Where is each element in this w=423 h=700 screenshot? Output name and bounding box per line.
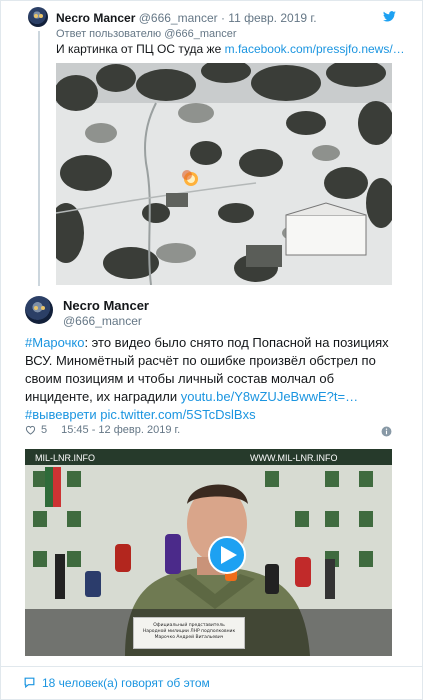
like-count[interactable]: 5 xyxy=(41,424,47,436)
reply-text: И картинка от ПЦ ОС туда же m.facebook.c… xyxy=(56,42,405,56)
name-plate: Официальный представитель Народной милиц… xyxy=(133,617,245,649)
author-handle[interactable]: @666_mancer xyxy=(63,314,142,328)
play-button[interactable] xyxy=(208,536,246,574)
banner-left: MIL-LNR.INFO xyxy=(35,453,95,463)
tweet-meta: 5 15:45 - 12 февр. 2019 г. xyxy=(25,424,180,436)
talking-count[interactable]: 18 человек(а) говорят об этом xyxy=(42,676,210,690)
reply-text-body: И картинка от ПЦ ОС туда же xyxy=(56,42,222,56)
photo-graphic xyxy=(56,63,392,285)
reply-to-line: Ответ пользователю @666_mancer xyxy=(56,28,237,40)
twitter-bird-icon[interactable] xyxy=(383,11,396,22)
video-thumbnail[interactable]: MIL-LNR.INFO WWW.MIL-LNR.INFO Официальны… xyxy=(25,449,392,656)
facebook-link[interactable]: m.facebook.com/pressjfo.news/… xyxy=(225,42,405,56)
reply-header: Necro Mancer @666_mancer · 11 февр. 2019… xyxy=(56,11,317,25)
hashtag-marochko[interactable]: #Марочко xyxy=(25,335,84,350)
plate-line3: Марочко Андрей Витальевич xyxy=(154,635,224,640)
thread-line xyxy=(38,31,40,286)
conversation-icon xyxy=(24,677,35,689)
tweet-card: Necro Mancer @666_mancer · 11 февр. 2019… xyxy=(0,0,423,700)
tweet-timestamp[interactable]: 15:45 - 12 февр. 2019 г. xyxy=(61,424,180,436)
reply-tweet: Necro Mancer @666_mancer · 11 февр. 2019… xyxy=(1,1,422,291)
conversation-footer[interactable]: 18 человек(а) говорят об этом xyxy=(1,666,422,700)
reply-handle-link[interactable]: @666_mancer xyxy=(164,28,236,40)
play-icon xyxy=(221,546,237,564)
author-handle[interactable]: @666_mancer xyxy=(139,11,218,25)
separator: · xyxy=(220,11,225,25)
tweet-date[interactable]: 11 февр. 2019 г. xyxy=(228,11,316,25)
hashtag-vyvevreti[interactable]: #вывеврети xyxy=(25,407,97,422)
banner-right: WWW.MIL-LNR.INFO xyxy=(250,453,338,463)
heart-icon[interactable] xyxy=(25,425,36,435)
author-name[interactable]: Necro Mancer xyxy=(56,11,135,25)
aerial-snow-photo[interactable] xyxy=(56,63,392,285)
pic-link[interactable]: pic.twitter.com/5STcDslBxs xyxy=(100,407,255,422)
youtube-link[interactable]: youtu.be/Y8wZUJeBwwE?t=… xyxy=(181,389,358,404)
avatar[interactable] xyxy=(25,296,53,324)
info-icon[interactable] xyxy=(381,426,392,437)
author-name[interactable]: Necro Mancer xyxy=(63,298,149,313)
tweet-text: #Марочко: это видео было снято под Попас… xyxy=(25,334,397,424)
avatar[interactable] xyxy=(28,7,48,27)
reply-prefix: Ответ пользователю xyxy=(56,28,162,40)
